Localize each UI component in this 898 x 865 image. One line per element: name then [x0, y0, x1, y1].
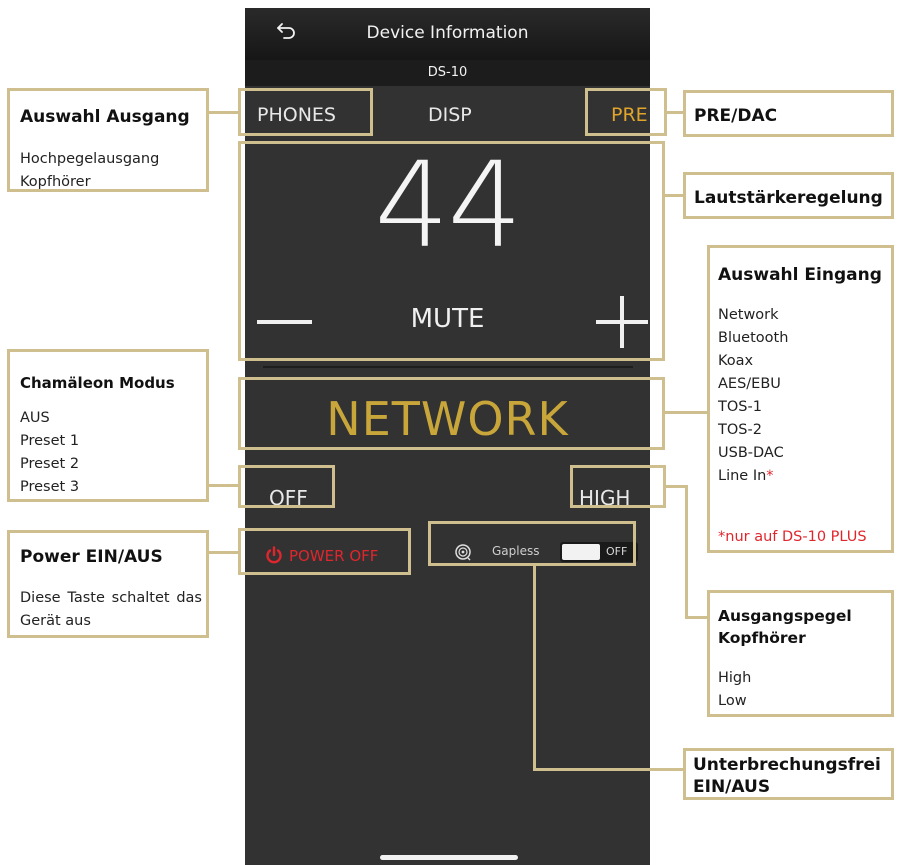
asterisk: * — [766, 468, 774, 484]
connector — [685, 616, 707, 619]
callout-title: Unterbrechungsfrei — [693, 755, 881, 775]
callout-title: Auswahl Eingang — [718, 265, 882, 285]
callout-text: Diese Taste schaltet das Gerät aus — [20, 590, 202, 629]
divider — [263, 366, 633, 368]
callout-line: Low — [718, 693, 747, 709]
callout-line: Line In — [718, 468, 767, 484]
callout-title: Chamäleon Modus — [20, 374, 175, 392]
frame-pre — [585, 88, 667, 136]
callout-title: EIN/AUS — [693, 777, 771, 797]
connector — [206, 484, 238, 487]
callout-line-linein: Line In* — [718, 465, 788, 488]
callout-input-select: Auswahl Eingang Network Bluetooth Koax A… — [707, 245, 894, 553]
callout-line: Preset 1 — [20, 433, 80, 449]
connector — [685, 485, 688, 619]
connector — [665, 411, 707, 414]
connector — [665, 111, 683, 114]
callout-title: Ausgangspegel — [718, 607, 852, 625]
callout-line: Network — [718, 307, 779, 323]
callout-line: TOS-2 — [718, 422, 762, 438]
frame-input — [238, 377, 665, 450]
callout-title: Power EIN/AUS — [20, 547, 163, 567]
callout-title: Auswahl Ausgang — [20, 107, 190, 127]
callout-title: Lautstärkeregelung — [694, 188, 883, 208]
tab-disp[interactable]: DISP — [428, 104, 472, 126]
home-indicator[interactable] — [380, 855, 518, 860]
callout-volume-control: Lautstärkeregelung — [683, 172, 894, 219]
callout-line: High — [718, 670, 752, 686]
callout-title: PRE/DAC — [694, 106, 778, 126]
callout-title: Kopfhörer — [718, 629, 806, 647]
callout-line: Preset 3 — [20, 479, 80, 495]
callout-note: *nur auf DS-10 PLUS — [718, 529, 867, 545]
callout-line: Koax — [718, 353, 754, 369]
frame-power — [238, 528, 411, 575]
connector — [665, 194, 683, 197]
frame-headphone — [570, 465, 666, 508]
frame-phones — [238, 88, 373, 136]
connector — [206, 111, 238, 114]
connector — [533, 566, 536, 771]
callout-gapless: Unterbrechungsfrei EIN/AUS — [683, 748, 894, 800]
frame-volume — [238, 141, 665, 361]
connector — [533, 768, 683, 771]
callout-line: USB-DAC — [718, 445, 784, 461]
callout-line: Kopfhörer — [20, 174, 91, 190]
callout-power: Power EIN/AUS Diese Taste schaltet das G… — [7, 530, 209, 638]
callout-line: TOS-1 — [718, 399, 762, 415]
callout-headphone-level: Ausgangspegel Kopfhörer High Low — [707, 590, 894, 717]
callout-output-select: Auswahl Ausgang Hochpegelausgang Kopfhör… — [7, 88, 209, 192]
page-title: Device Information — [366, 23, 529, 43]
frame-gapless — [428, 521, 636, 566]
callout-chameleon: Chamäleon Modus AUS Preset 1 Preset 2 Pr… — [7, 349, 209, 502]
callout-line: AUS — [20, 410, 50, 426]
callout-pre-dac: PRE/DAC — [683, 90, 894, 137]
frame-chameleon — [238, 465, 335, 508]
device-model: DS-10 — [427, 65, 468, 80]
callout-line: Hochpegelausgang — [20, 151, 160, 167]
callout-line: AES/EBU — [718, 376, 781, 392]
callout-line: Preset 2 — [20, 456, 80, 472]
callout-line: Bluetooth — [718, 330, 789, 346]
connector — [206, 551, 238, 554]
